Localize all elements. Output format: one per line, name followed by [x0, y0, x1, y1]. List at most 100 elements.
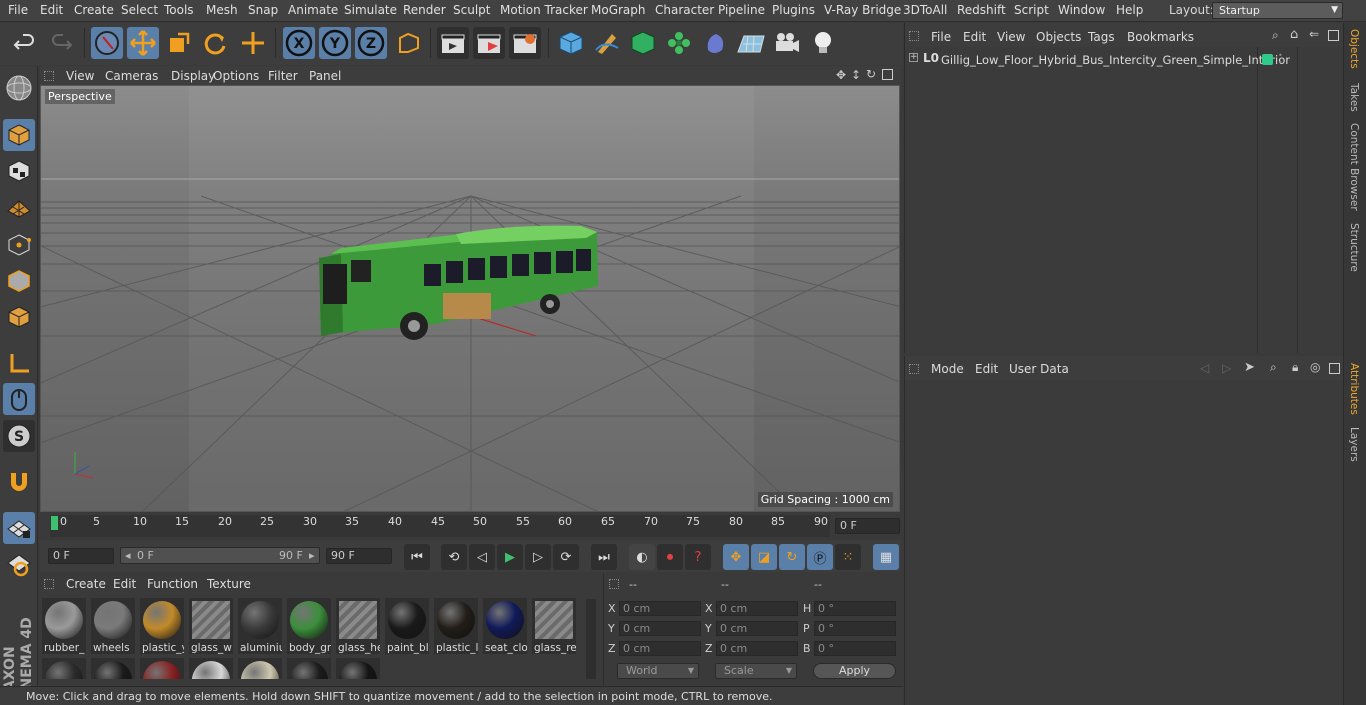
material-menu-texture[interactable]: Texture: [207, 577, 251, 591]
points-mode-button[interactable]: [3, 229, 35, 261]
viewport-menu-panel[interactable]: Panel: [309, 69, 341, 83]
frame-range-slider[interactable]: ◂ 0 F 90 F ▸: [120, 547, 320, 564]
subdivision-surface-button[interactable]: [627, 27, 659, 59]
next-key-button[interactable]: ⟳: [553, 544, 579, 570]
expand-plus-icon[interactable]: +: [909, 53, 918, 62]
material-swatch[interactable]: glass_re: [532, 598, 576, 654]
solo-button[interactable]: S: [3, 420, 35, 452]
material-swatch[interactable]: paint_bl: [385, 598, 429, 654]
position-field[interactable]: 0 cm: [619, 621, 701, 636]
material-swatch[interactable]: plastic_y: [140, 598, 184, 654]
material-swatch[interactable]: [42, 658, 86, 679]
position-field[interactable]: 0 cm: [619, 601, 701, 616]
material-swatch[interactable]: [336, 658, 380, 679]
search-icon[interactable]: ⌕: [1270, 360, 1277, 375]
model-mode-button[interactable]: [3, 119, 35, 151]
attribute-menu-user-data[interactable]: User Data: [1009, 362, 1069, 376]
material-swatch[interactable]: plastic_l: [434, 598, 478, 654]
recent-tool-button[interactable]: [237, 27, 269, 59]
object-menu-objects[interactable]: Objects: [1036, 30, 1081, 44]
material-menu-create[interactable]: Create: [66, 577, 106, 591]
key-pla-button[interactable]: ⁙: [835, 544, 861, 570]
start-frame-field[interactable]: 0 F: [48, 548, 114, 564]
cloner-button[interactable]: [663, 27, 695, 59]
locked-workplane-button[interactable]: [3, 548, 35, 580]
go-to-start-button[interactable]: ⏮: [404, 544, 430, 570]
render-view-button[interactable]: [437, 27, 469, 59]
make-editable-button[interactable]: [3, 72, 35, 104]
tab-content-browser[interactable]: Content Browser: [1348, 123, 1360, 211]
menu-mograph[interactable]: MoGraph: [591, 3, 646, 17]
menu-window[interactable]: Window: [1058, 3, 1105, 17]
workplane-lock-button[interactable]: [3, 512, 35, 544]
viewport-menu-display[interactable]: Display: [171, 69, 215, 83]
key-parameter-button[interactable]: Ⓟ: [807, 544, 833, 570]
new-panel-icon[interactable]: [1328, 30, 1339, 41]
scale-tool-button[interactable]: [163, 27, 195, 59]
menu-render[interactable]: Render: [403, 3, 446, 17]
rotate-tool-button[interactable]: [199, 27, 231, 59]
x-axis-lock-button[interactable]: X: [283, 27, 315, 59]
size-field[interactable]: 0 cm: [716, 601, 798, 616]
menu-pipeline[interactable]: Pipeline: [718, 3, 765, 17]
tab-takes[interactable]: Takes: [1348, 83, 1360, 112]
render-settings-button[interactable]: [509, 27, 541, 59]
maximize-view-icon[interactable]: [882, 69, 893, 80]
menu-mesh[interactable]: Mesh: [206, 3, 238, 17]
workplane-mode-button[interactable]: [3, 191, 35, 223]
size-mode-dropdown[interactable]: Scale ▼: [715, 663, 797, 679]
motion-record-button[interactable]: ◐: [629, 544, 655, 570]
object-menu-bookmarks[interactable]: Bookmarks: [1127, 30, 1194, 44]
home-icon[interactable]: ⌂: [1290, 27, 1298, 42]
rotation-field[interactable]: 0 °: [814, 641, 896, 656]
attribute-menu-mode[interactable]: Mode: [931, 362, 964, 376]
viewport-camera-label[interactable]: Perspective: [45, 89, 115, 104]
rotate-view-icon[interactable]: ↻: [866, 67, 876, 81]
render-to-picture-viewer-button[interactable]: [473, 27, 505, 59]
rotation-field[interactable]: 0 °: [814, 621, 896, 636]
menu-character[interactable]: Character: [655, 3, 714, 17]
material-swatch[interactable]: rubber_: [42, 598, 86, 654]
search-icon[interactable]: ⌕: [1272, 28, 1279, 43]
position-field[interactable]: 0 cm: [619, 641, 701, 656]
menu-select[interactable]: Select: [121, 3, 158, 17]
menu-create[interactable]: Create: [74, 3, 114, 17]
material-swatch[interactable]: [287, 658, 331, 679]
coordinate-space-dropdown[interactable]: World ▼: [617, 663, 699, 679]
menu-3dtoall[interactable]: 3DToAll: [903, 3, 947, 17]
viewport-menu-options[interactable]: Options: [213, 69, 259, 83]
material-scrollbar[interactable]: [586, 599, 596, 679]
menu-snap[interactable]: Snap: [248, 3, 278, 17]
object-menu-view[interactable]: View: [997, 30, 1025, 44]
lock-icon[interactable]: 🔒︎: [1292, 360, 1298, 375]
light-object-button[interactable]: [807, 27, 839, 59]
menu-animate[interactable]: Animate: [288, 3, 338, 17]
material-swatch[interactable]: [91, 658, 135, 679]
back-arrow-icon[interactable]: ◁: [1200, 361, 1209, 375]
deformer-button[interactable]: [699, 27, 731, 59]
tab-attributes[interactable]: Attributes: [1348, 363, 1360, 415]
attribute-menu-edit[interactable]: Edit: [975, 362, 998, 376]
live-selection-button[interactable]: [91, 27, 123, 59]
move-tool-button[interactable]: [127, 27, 159, 59]
menu-help[interactable]: Help: [1116, 3, 1143, 17]
snap-button[interactable]: [3, 466, 35, 498]
menu-file[interactable]: File: [8, 3, 28, 17]
undo-button[interactable]: [9, 27, 41, 59]
dolly-view-icon[interactable]: ↕: [851, 68, 861, 82]
layout-dropdown[interactable]: Startup ▼: [1212, 2, 1343, 19]
material-menu-edit[interactable]: Edit: [113, 577, 136, 591]
material-swatch[interactable]: seat_clo: [483, 598, 527, 654]
size-field[interactable]: 0 cm: [716, 621, 798, 636]
rotation-field[interactable]: 0 °: [814, 601, 896, 616]
tab-layers[interactable]: Layers: [1348, 427, 1360, 462]
back-arrow-icon[interactable]: ⇐: [1309, 27, 1319, 41]
layer-color-swatch[interactable]: [1262, 54, 1273, 65]
key-rotation-button[interactable]: ↻: [779, 544, 805, 570]
texture-mode-button[interactable]: [3, 155, 35, 187]
key-position-button[interactable]: ✥: [723, 544, 749, 570]
previous-frame-button[interactable]: ◁: [469, 544, 495, 570]
material-swatch[interactable]: glass_w: [189, 598, 233, 654]
apply-button[interactable]: Apply: [813, 663, 896, 679]
menu-redshift[interactable]: Redshift: [957, 3, 1006, 17]
